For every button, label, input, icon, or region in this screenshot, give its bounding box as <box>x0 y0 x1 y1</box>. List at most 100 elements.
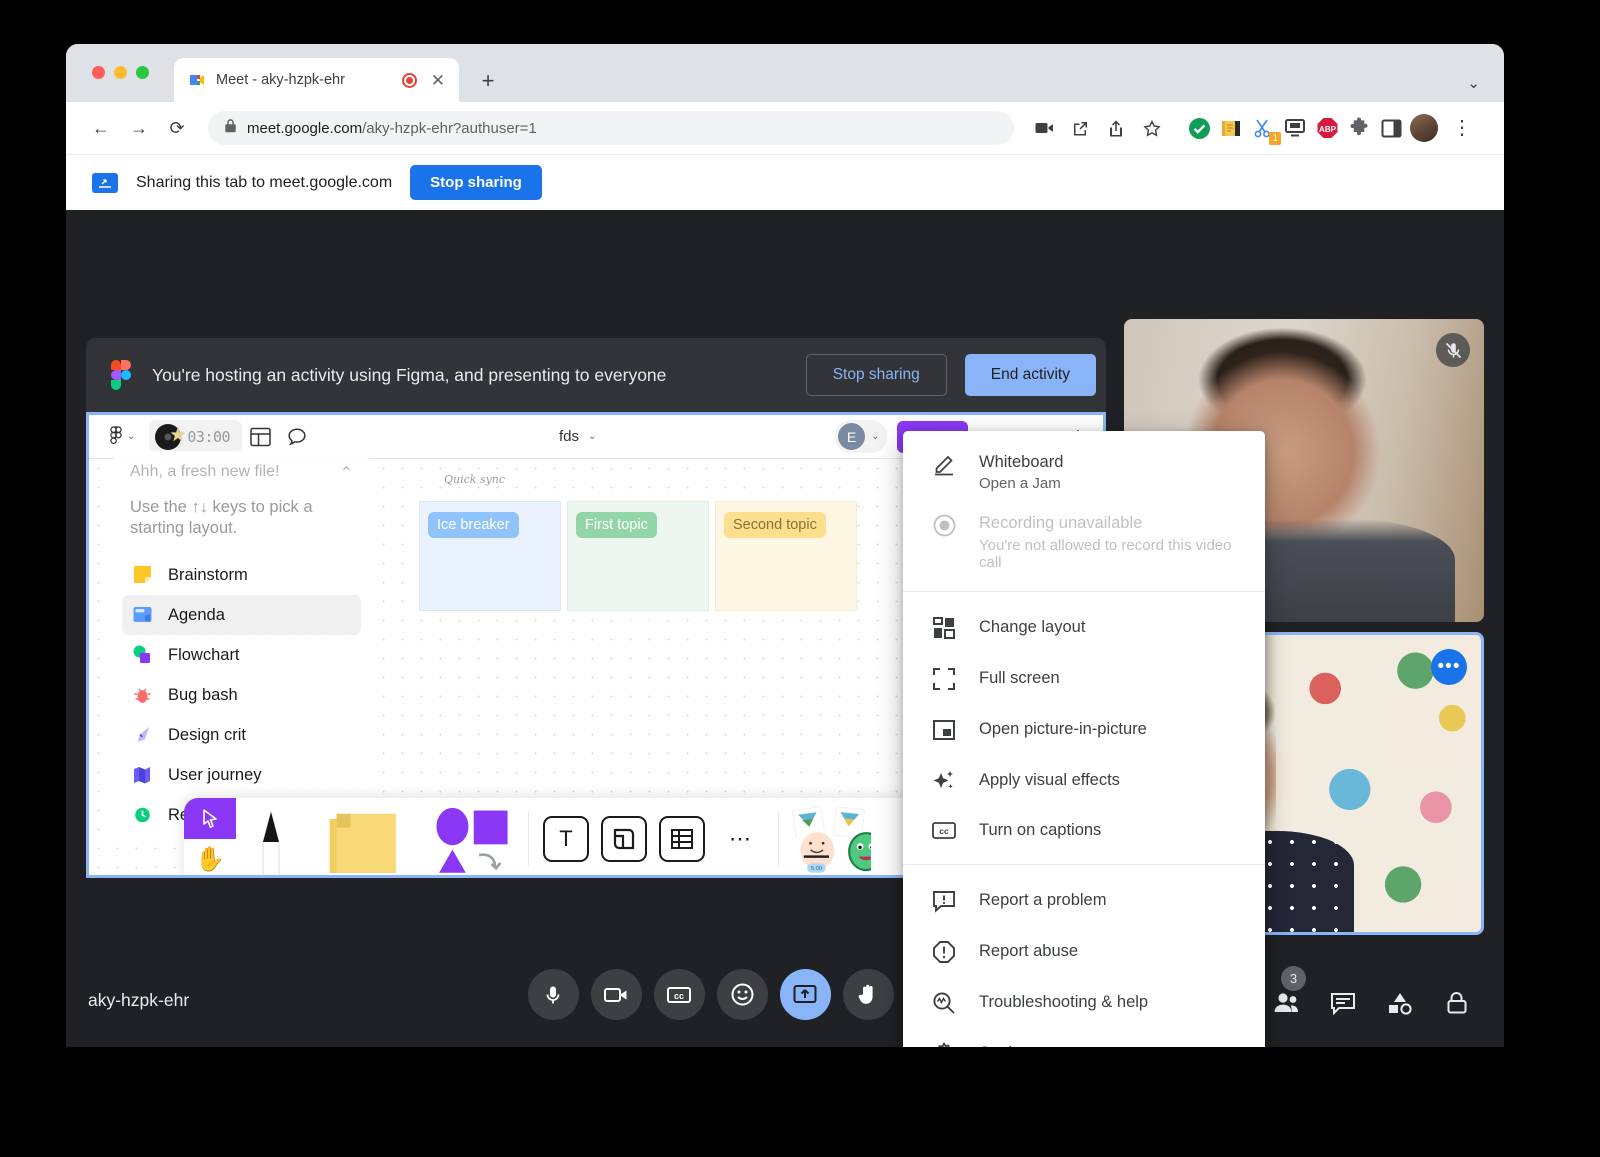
menu-item-label: Change layout <box>979 616 1085 638</box>
clock-icon <box>132 804 154 826</box>
reload-button[interactable]: ⟳ <box>160 111 194 145</box>
menu-item-label: Report a problem <box>979 889 1106 911</box>
raise-hand-button[interactable] <box>843 969 894 1020</box>
recording-dot-icon[interactable] <box>402 73 417 88</box>
table-tool[interactable] <box>659 816 705 862</box>
puzzle-extensions-icon[interactable] <box>1346 115 1372 141</box>
microphone-button[interactable] <box>528 969 579 1020</box>
menu-item-full-screen[interactable]: Full screen <box>903 653 1265 704</box>
present-screen-button[interactable] <box>780 969 831 1020</box>
stop-sharing-activity-button[interactable]: Stop sharing <box>806 354 947 396</box>
pen-draw-tool[interactable] <box>236 798 306 878</box>
browser-menu-button[interactable]: ⋮ <box>1448 118 1476 138</box>
camera-button[interactable] <box>591 969 642 1020</box>
share-icon[interactable] <box>1100 112 1132 144</box>
menu-item-turn-on-captions[interactable]: cc Turn on captions <box>903 806 1265 854</box>
menu-item-label: Open picture-in-picture <box>979 718 1147 740</box>
snip-badge: 1 <box>1269 132 1281 145</box>
picture-in-picture-icon <box>931 717 957 742</box>
back-button[interactable]: ← <box>84 111 118 145</box>
menu-item-picture-in-picture[interactable]: Open picture-in-picture <box>903 704 1265 755</box>
profile-avatar-icon[interactable] <box>1410 114 1438 142</box>
topic-card[interactable]: First topic <box>567 501 709 611</box>
menu-item-sublabel: Open a Jam <box>979 475 1063 492</box>
reading-list-extension-icon[interactable] <box>1218 115 1244 141</box>
shapes-tool[interactable] <box>416 798 528 878</box>
side-panel-icon[interactable] <box>1378 115 1404 141</box>
stop-sharing-tab-button[interactable]: Stop sharing <box>410 165 542 200</box>
end-activity-button[interactable]: End activity <box>965 354 1096 396</box>
template-item-design-crit[interactable]: Design crit <box>122 715 361 755</box>
video-camera-icon[interactable] <box>1028 112 1060 144</box>
sharing-message: Sharing this tab to meet.google.com <box>136 174 392 192</box>
figma-collaborators[interactable]: E ⌄ <box>835 420 887 453</box>
desktop-cast-extension-icon[interactable] <box>1282 115 1308 141</box>
figma-activity-banner: You're hosting an activity using Figma, … <box>86 338 1106 412</box>
address-bar[interactable]: meet.google.com/aky-hzpk-ehr?authuser=1 <box>208 111 1014 145</box>
people-button[interactable]: 3 <box>1269 986 1303 1020</box>
template-item-agenda[interactable]: Agenda <box>122 595 361 635</box>
figma-main-menu[interactable]: ⌄ <box>101 426 143 448</box>
templates-panel-icon[interactable] <box>242 427 279 447</box>
menu-item-whiteboard[interactable]: Whiteboard Open a Jam <box>903 441 1265 502</box>
text-section-table-group: T ⋯ <box>529 798 778 878</box>
activities-button[interactable] <box>1383 986 1417 1020</box>
close-window-button[interactable] <box>92 66 105 79</box>
forward-button[interactable]: → <box>122 111 156 145</box>
template-item-flowchart[interactable]: Flowchart <box>122 635 361 675</box>
flowchart-shapes-icon <box>132 644 154 666</box>
template-item-user-journey[interactable]: User journey <box>122 755 361 795</box>
text-tool[interactable]: T <box>543 816 589 862</box>
template-item-brainstorm[interactable]: Brainstorm <box>122 555 361 595</box>
menu-item-sublabel: You're not allowed to record this video … <box>979 537 1239 571</box>
avatar: E <box>838 423 865 450</box>
figma-logo-small-icon <box>109 426 123 448</box>
captions-button[interactable]: cc <box>654 969 705 1020</box>
pencil-underline-icon <box>931 451 957 477</box>
section-tool[interactable] <box>601 816 647 862</box>
board-caption: Quick sync <box>444 473 505 486</box>
menu-item-report-abuse[interactable]: Report abuse <box>903 926 1265 977</box>
menu-item-label: Settings <box>979 1042 1039 1047</box>
emoji-reactions-button[interactable] <box>717 969 768 1020</box>
green-check-extension-icon[interactable] <box>1186 115 1212 141</box>
menu-item-change-layout[interactable]: Change layout <box>903 602 1265 653</box>
menu-item-report-problem[interactable]: Report a problem <box>903 875 1265 926</box>
topic-card[interactable]: Ice breaker <box>419 501 561 611</box>
figma-file-name[interactable]: fds ⌄ <box>559 428 596 445</box>
cursor-select-tool[interactable] <box>184 798 236 839</box>
close-tab-button[interactable]: ✕ <box>427 72 449 89</box>
open-in-new-icon[interactable] <box>1064 112 1096 144</box>
menu-item-visual-effects[interactable]: Apply visual effects <box>903 755 1265 806</box>
menu-item-troubleshooting[interactable]: Troubleshooting & help <box>903 977 1265 1028</box>
sticky-note-tool[interactable] <box>306 798 416 878</box>
timer-value: 03:00 <box>187 428 230 446</box>
maximize-window-button[interactable] <box>136 66 149 79</box>
svg-text:5:00: 5:00 <box>811 866 823 872</box>
bookmark-star-icon[interactable] <box>1136 112 1168 144</box>
minimize-window-button[interactable] <box>114 66 127 79</box>
sticky-note-icon <box>132 564 154 586</box>
omnibox-row: ← → ⟳ meet.google.com/aky-hzpk-ehr?authu… <box>66 102 1504 154</box>
chat-button[interactable] <box>1326 986 1360 1020</box>
new-tab-button[interactable]: + <box>474 70 502 92</box>
host-controls-button[interactable] <box>1440 986 1474 1020</box>
layout-grid-icon <box>931 615 957 640</box>
record-circle-icon <box>931 512 957 538</box>
topic-card[interactable]: Second topic <box>715 501 857 611</box>
chevron-down-icon[interactable]: ⌄ <box>1467 74 1480 92</box>
stickers-tool[interactable]: 5:00 <box>779 798 879 878</box>
comment-bubble-icon[interactable] <box>279 427 315 447</box>
more-tools[interactable]: ⋯ <box>711 826 770 852</box>
tab-strip: Meet - aky-hzpk-ehr ✕ + ⌄ <box>66 44 1504 102</box>
figma-timer-widget[interactable]: ★ 03:00 <box>149 420 242 454</box>
hand-pan-tool[interactable]: ✋ <box>184 839 236 878</box>
template-item-bug-bash[interactable]: Bug bash <box>122 675 361 715</box>
more-options-icon[interactable]: ••• <box>1431 649 1467 685</box>
window-traffic-lights[interactable] <box>92 66 149 79</box>
menu-item-settings[interactable]: Settings <box>903 1028 1265 1047</box>
snip-tool-extension-icon[interactable]: 1 <box>1250 115 1276 141</box>
browser-tab-meet[interactable]: Meet - aky-hzpk-ehr ✕ <box>174 58 459 102</box>
collapse-icon[interactable]: ⌃ <box>340 463 353 483</box>
adblock-plus-extension-icon[interactable]: ABP <box>1314 115 1340 141</box>
